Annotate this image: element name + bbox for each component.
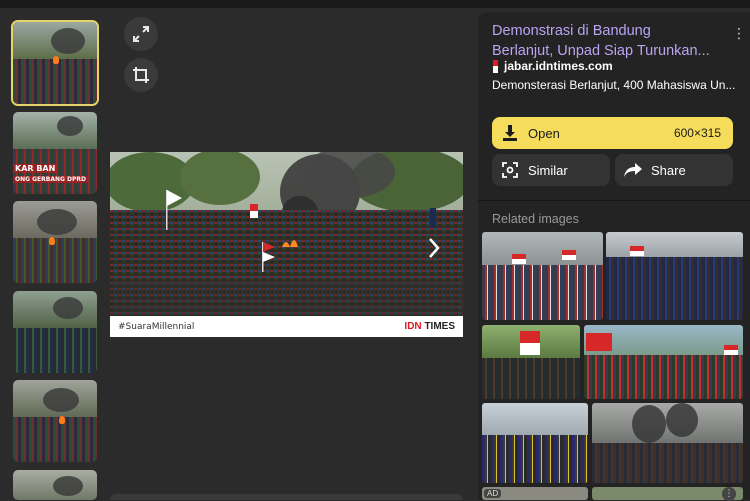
related-image-1[interactable] xyxy=(482,232,603,320)
open-button-label: Open xyxy=(528,125,560,141)
related-images-heading: Related images xyxy=(492,212,579,226)
thumbnail-6[interactable] xyxy=(13,470,97,500)
image-caption-bar: #SuaraMillennial IDN TIMES xyxy=(110,316,463,337)
image-size: 600×315 xyxy=(673,126,721,140)
source-domain: jabar.idntimes.com xyxy=(504,59,613,73)
more-options-icon[interactable]: ⋮ xyxy=(732,26,746,42)
page-title-link[interactable]: Demonstrasi di Bandung Berlanjut, Unpad … xyxy=(492,21,728,61)
more-options-icon[interactable]: ⋮ xyxy=(722,487,736,501)
panel-divider xyxy=(478,200,750,201)
thumbnail-1[interactable] xyxy=(11,20,99,106)
expand-icon xyxy=(133,26,149,42)
related-image-8[interactable] xyxy=(592,487,743,500)
related-image-4[interactable] xyxy=(584,325,743,399)
source-link[interactable]: jabar.idntimes.com xyxy=(492,59,613,73)
download-icon xyxy=(503,125,517,141)
thumbnail-2[interactable]: KAR BAN ONG GERBANG DPRD xyxy=(13,112,97,194)
related-image-2[interactable] xyxy=(606,232,743,320)
thumbnail-3[interactable] xyxy=(13,201,97,283)
similar-button[interactable]: Similar xyxy=(492,154,610,186)
top-bar xyxy=(0,0,750,8)
share-button[interactable]: Share xyxy=(615,154,733,186)
bottom-toolbar xyxy=(110,494,463,500)
idn-logo-text: IDN xyxy=(404,321,422,332)
next-image-button[interactable] xyxy=(424,236,444,260)
related-image-5[interactable] xyxy=(482,403,588,483)
ad-badge: AD xyxy=(484,489,502,498)
crop-button[interactable] xyxy=(124,58,158,92)
share-arrow-icon xyxy=(624,163,642,177)
title-line-2: Berlanjut, Unpad Siap Turunkan... xyxy=(492,43,710,59)
similar-label: Similar xyxy=(528,162,568,178)
share-label: Share xyxy=(651,162,686,178)
thumbnail-4[interactable] xyxy=(13,291,97,373)
idn-times-logo: IDN TIMES xyxy=(404,321,455,332)
title-line-1: Demonstrasi di Bandung xyxy=(492,23,651,39)
protest-photo xyxy=(110,152,463,316)
image-description: Demonsterasi Berlanjut, 400 Mahasiswa Un… xyxy=(492,78,736,92)
crop-icon xyxy=(133,67,149,83)
site-favicon-icon xyxy=(493,59,498,73)
related-image-3[interactable] xyxy=(482,325,580,399)
caption-hashtag: #SuaraMillennial xyxy=(118,321,195,332)
lens-search-icon xyxy=(502,162,518,178)
thumbnail-strip: KAR BAN ONG GERBANG DPRD xyxy=(0,8,110,500)
thumbnail-overlay-text: KAR BAN xyxy=(13,164,58,173)
expand-button[interactable] xyxy=(124,17,158,51)
thumbnail-overlay-text: ONG GERBANG DPRD xyxy=(13,176,89,183)
open-button[interactable]: Open 600×315 xyxy=(492,117,733,149)
thumbnail-5[interactable] xyxy=(13,380,97,462)
times-logo-text: TIMES xyxy=(424,321,455,332)
chevron-right-icon xyxy=(429,238,440,258)
related-image-6[interactable] xyxy=(592,403,743,483)
main-image[interactable]: #SuaraMillennial IDN TIMES xyxy=(110,152,463,337)
